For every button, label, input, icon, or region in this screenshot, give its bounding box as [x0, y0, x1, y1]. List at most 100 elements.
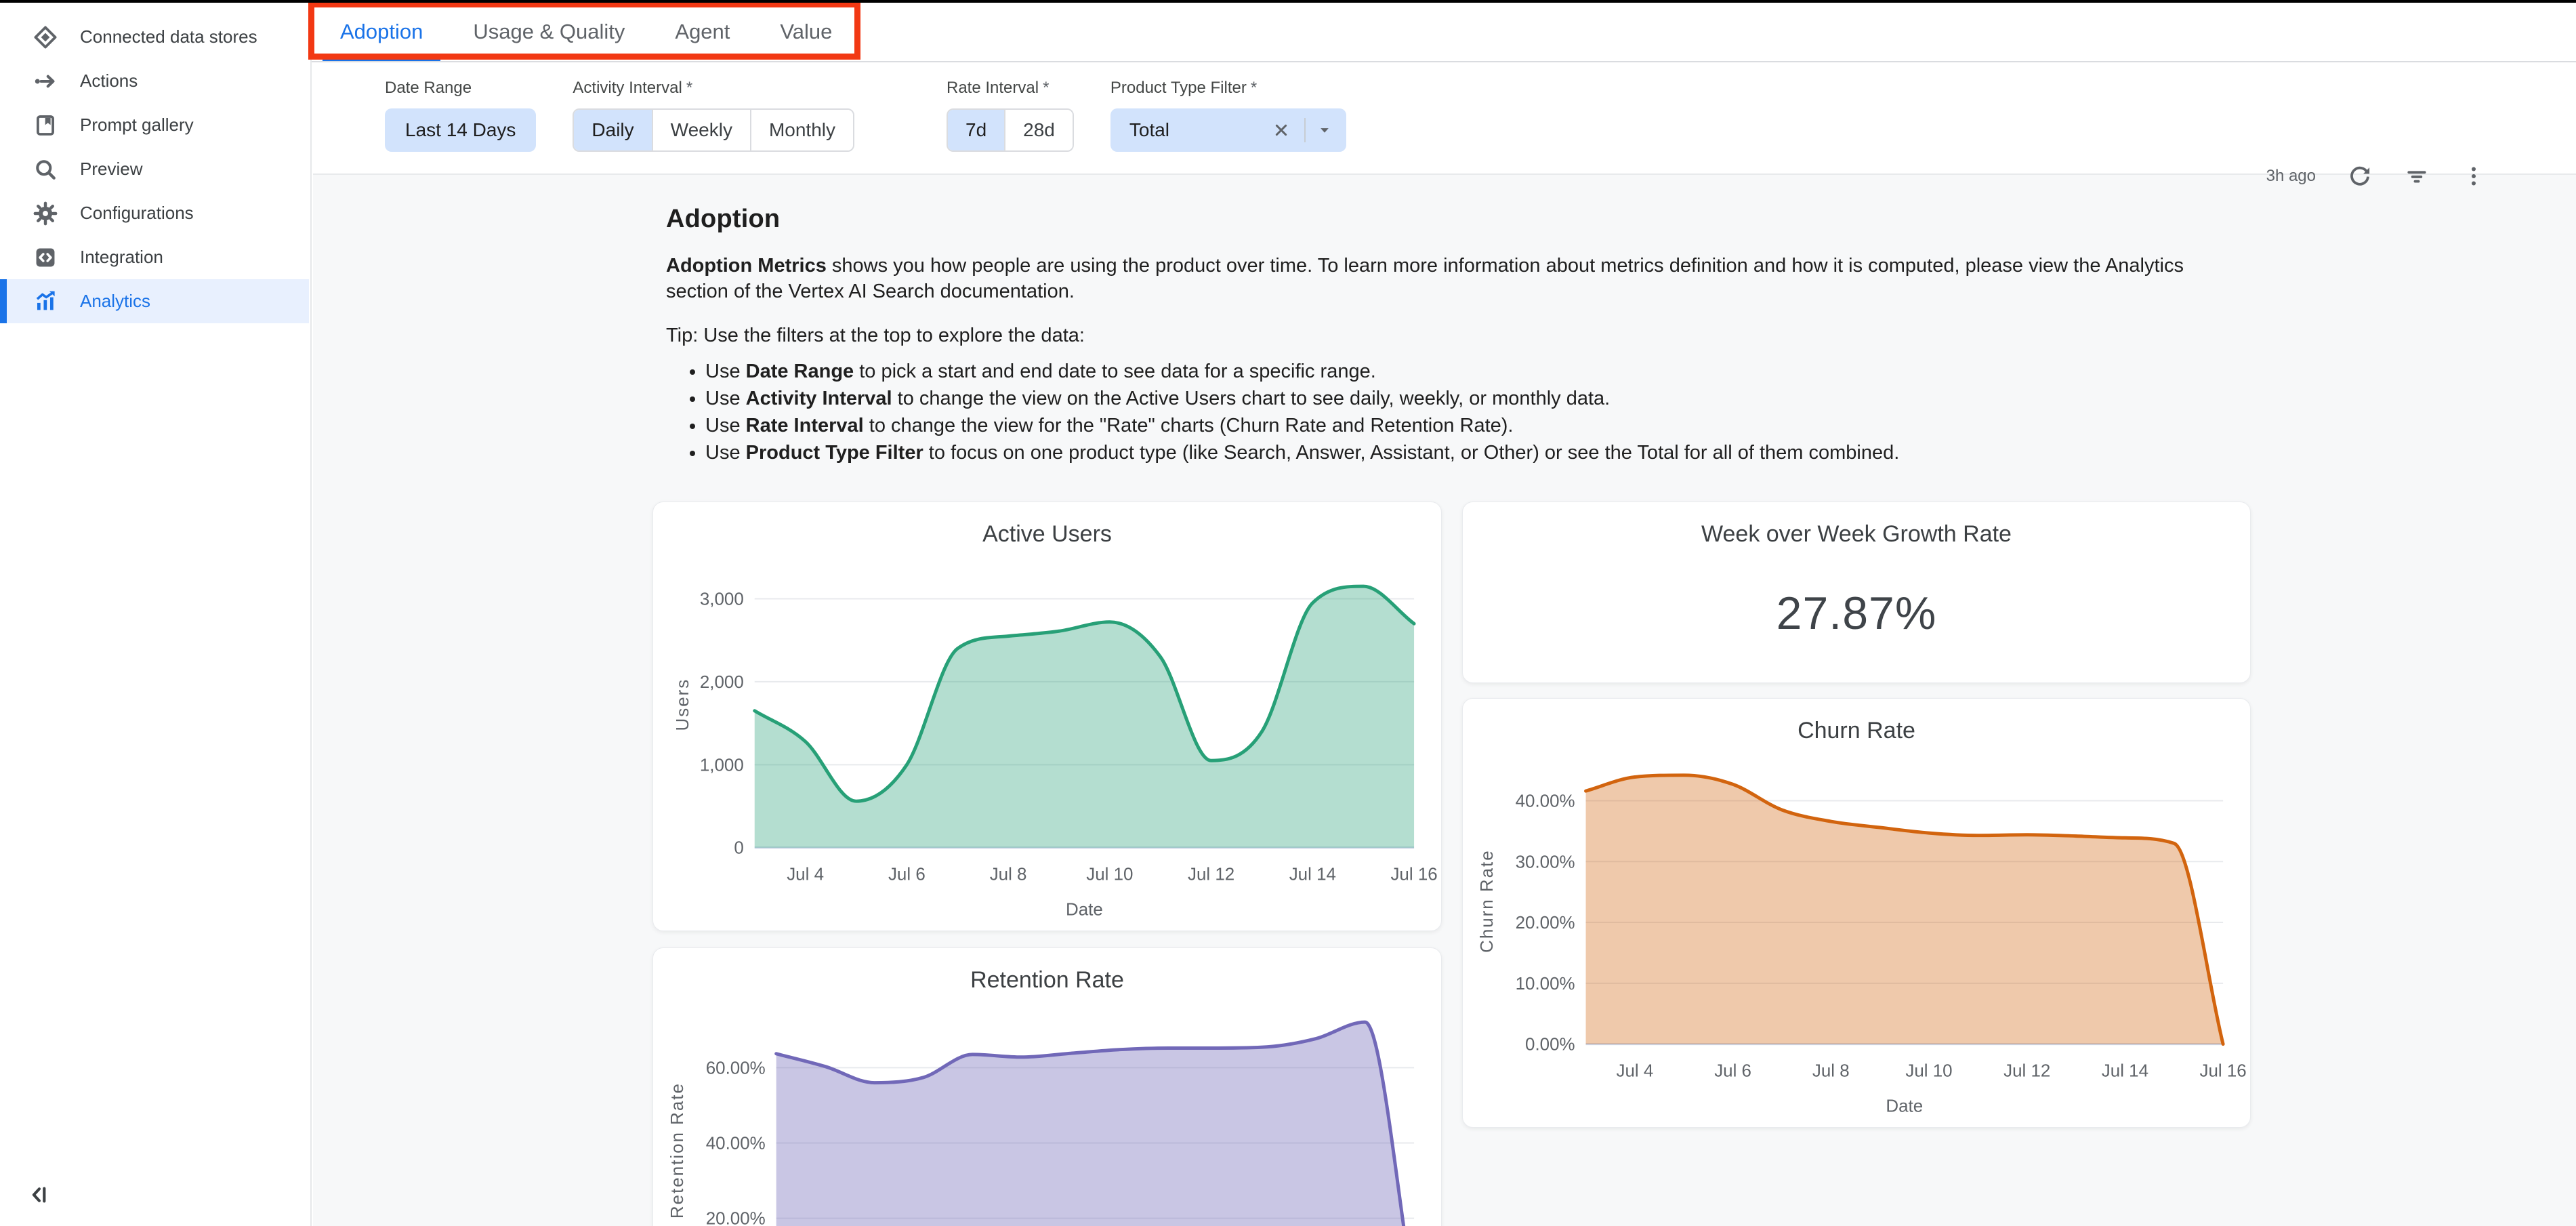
required-asterisk: *	[686, 79, 692, 97]
preview-icon	[33, 157, 58, 182]
clear-icon[interactable]	[1270, 119, 1292, 141]
tip-bullet: Use Activity Interval to change the view…	[705, 385, 2576, 412]
svg-text:3,000: 3,000	[700, 590, 744, 609]
dropdown-divider	[1304, 118, 1306, 142]
chart-title-churn-rate: Churn Rate	[1463, 718, 2250, 744]
chart-title-active-users: Active Users	[653, 521, 1441, 548]
active-users-chart: 01,0002,0003,000Jul 4Jul 6Jul 8Jul 10Jul…	[653, 553, 1441, 929]
segment-7d[interactable]: 7d	[948, 110, 1004, 150]
active-users-card: Active Users 01,0002,0003,000Jul 4Jul 6J…	[652, 502, 1442, 931]
svg-text:Churn Rate: Churn Rate	[1478, 849, 1497, 953]
filter-icon[interactable]	[2404, 163, 2430, 189]
refresh-icon[interactable]	[2347, 163, 2373, 189]
collapse-sidebar-button[interactable]	[26, 1181, 57, 1212]
svg-text:Jul 6: Jul 6	[1714, 1061, 1751, 1080]
tab-usage-quality[interactable]: Usage & Quality	[453, 3, 645, 61]
tab-label: Adoption	[340, 20, 423, 44]
tab-adoption[interactable]: Adoption	[320, 3, 443, 61]
segment-28d[interactable]: 28d	[1004, 110, 1073, 150]
activity-interval-filter: Activity Interval* Daily Weekly Monthly	[573, 79, 854, 152]
segment-weekly[interactable]: Weekly	[652, 110, 750, 150]
sidebar-item-label: Prompt gallery	[80, 115, 194, 136]
more-options-icon[interactable]	[2461, 163, 2487, 189]
wow-growth-card: Week over Week Growth Rate 27.87%	[1462, 502, 2251, 683]
segment-daily[interactable]: Daily	[574, 110, 651, 150]
retention-rate-chart: 0.00%20.00%40.00%60.00%Jul 4Jul 6Jul 8Ju…	[653, 999, 1441, 1226]
sidebar: Connected data stores Actions Prompt gal…	[0, 3, 312, 1226]
svg-text:Date: Date	[1886, 1097, 1923, 1116]
svg-text:Date: Date	[1066, 901, 1103, 920]
svg-text:Jul 12: Jul 12	[2003, 1061, 2050, 1080]
svg-text:Jul 8: Jul 8	[990, 865, 1027, 884]
svg-text:Jul 16: Jul 16	[1390, 865, 1437, 884]
svg-text:40.00%: 40.00%	[1516, 792, 1575, 811]
sidebar-item-connected-data-stores[interactable]: Connected data stores	[0, 15, 309, 59]
stat-title-wow-growth: Week over Week Growth Rate	[1463, 521, 2250, 548]
filter-bar: Date Range Last 14 Days Activity Interva…	[313, 64, 2576, 175]
tip-bullet: Use Rate Interval to change the view for…	[705, 412, 2576, 439]
page-title: Adoption	[666, 205, 2576, 234]
svg-text:Jul 10: Jul 10	[1086, 865, 1133, 884]
configurations-icon	[33, 201, 58, 226]
window-top-edge	[0, 0, 2576, 3]
svg-text:Users: Users	[673, 678, 692, 731]
svg-text:Jul 16: Jul 16	[2200, 1061, 2247, 1080]
tab-value[interactable]: Value	[760, 3, 852, 61]
sidebar-nav: Connected data stores Actions Prompt gal…	[0, 15, 309, 323]
svg-text:Jul 8: Jul 8	[1812, 1061, 1850, 1080]
retention-rate-card: Retention Rate 0.00%20.00%40.00%60.00%Ju…	[652, 947, 1442, 1226]
tip-bullet: Use Date Range to pick a start and end d…	[705, 358, 2576, 385]
actions-icon	[33, 68, 58, 94]
sidebar-item-prompt-gallery[interactable]: Prompt gallery	[0, 103, 309, 147]
date-range-filter: Date Range Last 14 Days	[385, 79, 536, 152]
svg-text:Jul 14: Jul 14	[2102, 1061, 2148, 1080]
sidebar-item-preview[interactable]: Preview	[0, 147, 309, 191]
charts-grid: Active Users 01,0002,0003,000Jul 4Jul 6J…	[652, 502, 2576, 1226]
data-stores-icon	[33, 24, 58, 50]
sidebar-item-label: Integration	[80, 247, 163, 268]
product-type-label: Product Type Filter*	[1110, 79, 1346, 98]
svg-text:20.00%: 20.00%	[1516, 914, 1575, 933]
required-asterisk: *	[1251, 79, 1257, 97]
wow-growth-value: 27.87%	[1463, 587, 2250, 640]
product-type-filter: Product Type Filter* Total	[1110, 79, 1346, 152]
collapse-sidebar-icon	[26, 1181, 54, 1209]
svg-text:Jul 14: Jul 14	[1289, 865, 1336, 884]
prompt-gallery-icon	[33, 113, 58, 138]
chevron-down-icon[interactable]	[1315, 121, 1334, 140]
svg-text:Jul 10: Jul 10	[1905, 1061, 1952, 1080]
analytics-icon	[33, 289, 58, 314]
svg-text:0.00%: 0.00%	[1525, 1036, 1575, 1055]
intro-bold-term: Adoption Metrics	[666, 255, 827, 277]
required-asterisk: *	[1043, 79, 1049, 97]
svg-text:40.00%: 40.00%	[706, 1134, 766, 1153]
main-content: Adoption Adoption Metrics shows you how …	[313, 175, 2576, 1226]
svg-text:2,000: 2,000	[700, 673, 744, 692]
last-refresh-text: 3h ago	[2266, 167, 2316, 186]
rate-interval-filter: Rate Interval* 7d 28d	[947, 79, 1074, 152]
sidebar-item-configurations[interactable]: Configurations	[0, 191, 309, 235]
churn-rate-chart: 0.00%10.00%20.00%30.00%40.00%Jul 4Jul 6J…	[1463, 750, 2250, 1126]
svg-text:Jul 6: Jul 6	[888, 865, 926, 884]
tab-label: Value	[780, 20, 832, 44]
tip-line: Tip: Use the filters at the top to explo…	[666, 325, 2576, 347]
sidebar-item-integration[interactable]: Integration	[0, 235, 309, 279]
sidebar-item-label: Connected data stores	[80, 26, 257, 47]
sidebar-item-analytics[interactable]: Analytics	[0, 279, 309, 323]
sidebar-item-label: Actions	[80, 70, 138, 91]
sidebar-item-actions[interactable]: Actions	[0, 59, 309, 103]
product-type-value: Total	[1129, 119, 1270, 141]
tab-label: Usage & Quality	[473, 20, 625, 44]
tab-agent[interactable]: Agent	[655, 3, 750, 61]
segment-monthly[interactable]: Monthly	[750, 110, 853, 150]
tab-label: Agent	[675, 20, 730, 44]
date-range-button[interactable]: Last 14 Days	[385, 108, 536, 152]
intro-paragraph: Adoption Metrics shows you how people ar…	[666, 253, 2224, 304]
svg-text:10.00%: 10.00%	[1516, 975, 1575, 994]
chart-title-retention-rate: Retention Rate	[653, 967, 1441, 994]
svg-text:Jul 4: Jul 4	[787, 865, 824, 884]
svg-text:30.00%: 30.00%	[1516, 853, 1575, 872]
sidebar-item-label: Analytics	[80, 291, 150, 312]
product-type-dropdown[interactable]: Total	[1110, 108, 1346, 152]
svg-text:Jul 12: Jul 12	[1188, 865, 1234, 884]
